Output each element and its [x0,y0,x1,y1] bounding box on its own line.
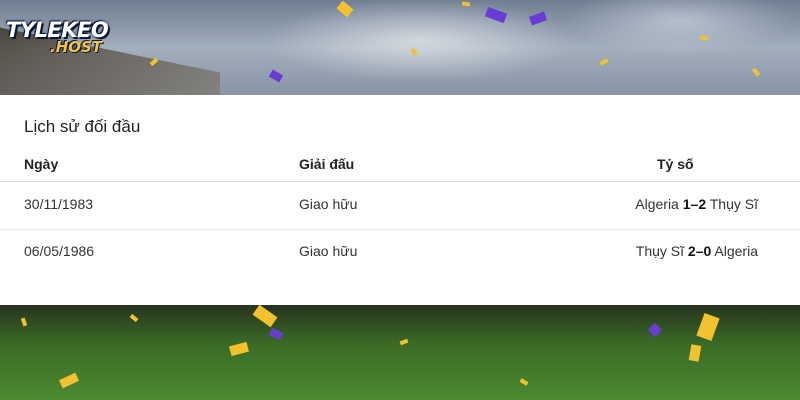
table-row: 30/11/1983 Giao hữu Algeria 1–2 Thụy Sĩ [0,182,800,228]
panel-title: Lịch sử đối đầu [24,117,141,136]
row-tournament: Giao hữu [299,196,358,212]
row-date: 30/11/1983 [24,196,94,212]
row-tournament: Giao hữu [299,243,358,259]
row-date: 06/05/1986 [24,243,95,259]
column-header-date: Ngày [24,156,59,172]
match-result: 1–2 [682,196,707,212]
home-team: Thụy Sĩ [635,243,685,259]
column-header-tournament: Giải đấu [299,156,355,172]
site-logo[interactable]: TYLEKEO .HOST [6,18,114,68]
row-score: Algeria 1–2 Thụy Sĩ [635,196,758,212]
logo-subtext: .HOST [50,38,103,56]
row-score: Thụy Sĩ 2–0 Algeria [636,243,758,259]
table-row: 06/05/1986 Giao hữu Thụy Sĩ 2–0 Algeria [0,229,800,275]
away-team: Algeria [714,243,758,259]
pitch-grass [0,305,800,400]
head-to-head-panel: Lịch sử đối đầu Ngày Giải đấu Tỷ số 30/1… [0,95,800,305]
home-team: Algeria [635,196,679,212]
away-team: Thụy Sĩ [709,196,758,212]
match-result: 2–0 [687,243,712,259]
column-header-score: Tỷ số [657,156,694,172]
